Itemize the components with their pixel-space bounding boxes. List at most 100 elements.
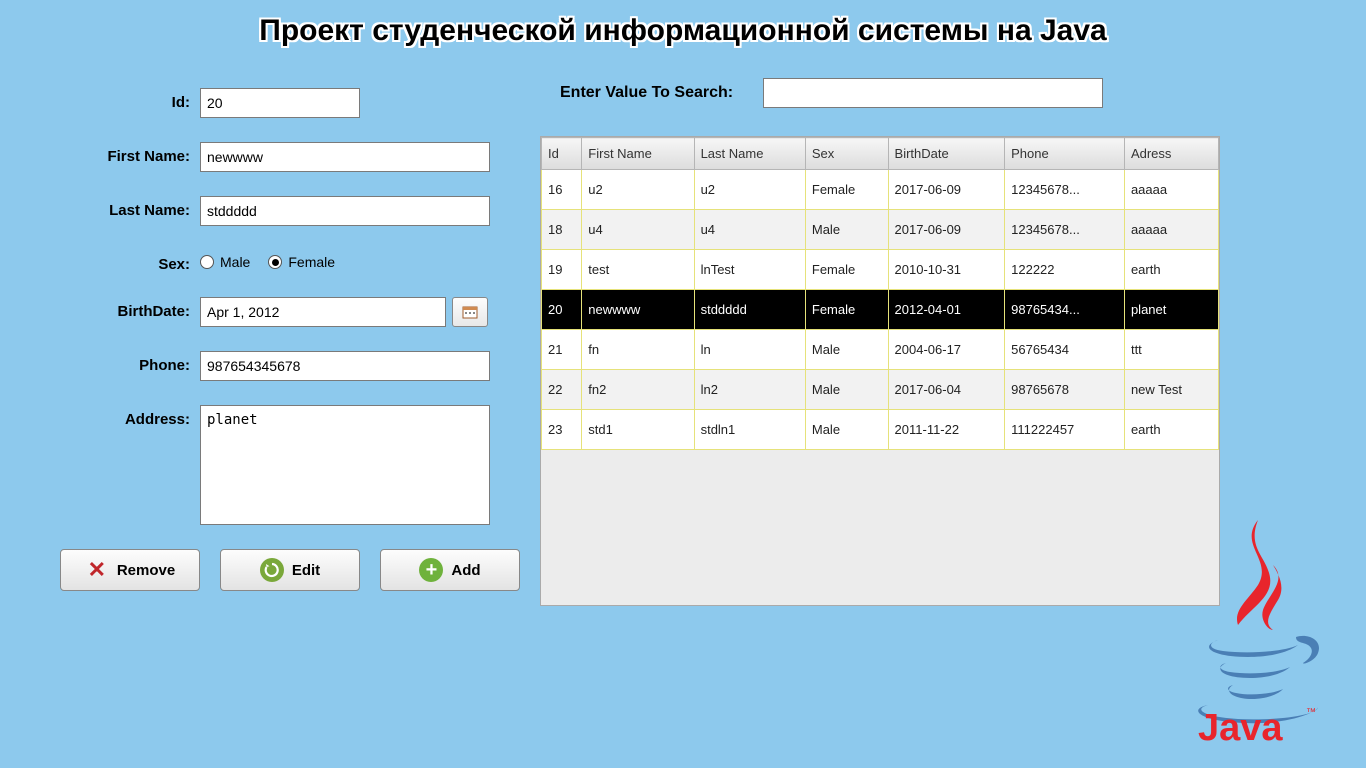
table-cell: planet bbox=[1124, 290, 1218, 330]
table-cell: earth bbox=[1124, 250, 1218, 290]
table-cell: Female bbox=[805, 170, 888, 210]
id-label: Id: bbox=[20, 88, 200, 111]
first-name-label: First Name: bbox=[20, 142, 200, 165]
table-cell: Male bbox=[805, 410, 888, 450]
table-header[interactable]: Sex bbox=[805, 138, 888, 170]
table-cell: 20 bbox=[542, 290, 582, 330]
remove-icon: ✕ bbox=[85, 558, 109, 582]
table-header[interactable]: Last Name bbox=[694, 138, 805, 170]
table-header[interactable]: Adress bbox=[1124, 138, 1218, 170]
id-input[interactable] bbox=[200, 88, 360, 118]
page-title: Проект студенческой информационной систе… bbox=[0, 0, 1366, 58]
search-input[interactable] bbox=[763, 78, 1103, 108]
table-row[interactable]: 22fn2ln2Male2017-06-0498765678new Test bbox=[542, 370, 1219, 410]
table-cell: new Test bbox=[1124, 370, 1218, 410]
table-cell: test bbox=[582, 250, 694, 290]
table-cell: 111222457 bbox=[1005, 410, 1125, 450]
sex-male-label: Male bbox=[220, 254, 250, 270]
table-cell: fn bbox=[582, 330, 694, 370]
svg-text:™: ™ bbox=[1306, 707, 1316, 718]
table-cell: lnTest bbox=[694, 250, 805, 290]
table-row[interactable]: 21fnlnMale2004-06-1756765434ttt bbox=[542, 330, 1219, 370]
radio-icon bbox=[200, 255, 214, 269]
table-cell: Female bbox=[805, 290, 888, 330]
remove-button-label: Remove bbox=[117, 562, 175, 579]
table-cell: 122222 bbox=[1005, 250, 1125, 290]
table-cell: u2 bbox=[694, 170, 805, 210]
plus-icon: + bbox=[419, 558, 443, 582]
table-cell: 12345678... bbox=[1005, 210, 1125, 250]
table-header[interactable]: Id bbox=[542, 138, 582, 170]
table-cell: 21 bbox=[542, 330, 582, 370]
form-panel: Id: First Name: Last Name: Sex: Male Fem… bbox=[20, 58, 540, 606]
table-cell: 2017-06-09 bbox=[888, 210, 1005, 250]
edit-button[interactable]: Edit bbox=[220, 549, 360, 591]
table-cell: 18 bbox=[542, 210, 582, 250]
table-cell: std1 bbox=[582, 410, 694, 450]
right-panel: Enter Value To Search: IdFirst NameLast … bbox=[540, 58, 1346, 606]
phone-input[interactable] bbox=[200, 351, 490, 381]
table-cell: u4 bbox=[694, 210, 805, 250]
sex-label: Sex: bbox=[20, 250, 200, 273]
table-cell: 2010-10-31 bbox=[888, 250, 1005, 290]
table-cell: fn2 bbox=[582, 370, 694, 410]
table-row[interactable]: 18u4u4Male2017-06-0912345678...aaaaa bbox=[542, 210, 1219, 250]
table-cell: stdln1 bbox=[694, 410, 805, 450]
table-cell: u2 bbox=[582, 170, 694, 210]
table-cell: ln bbox=[694, 330, 805, 370]
add-button-label: Add bbox=[451, 562, 480, 579]
svg-text:Java: Java bbox=[1198, 707, 1283, 745]
table-cell: 2012-04-01 bbox=[888, 290, 1005, 330]
table-cell: 2017-06-04 bbox=[888, 370, 1005, 410]
address-input[interactable] bbox=[200, 405, 490, 525]
students-table[interactable]: IdFirst NameLast NameSexBirthDatePhoneAd… bbox=[540, 136, 1220, 606]
table-cell: 12345678... bbox=[1005, 170, 1125, 210]
edit-button-label: Edit bbox=[292, 562, 320, 579]
table-cell: newwww bbox=[582, 290, 694, 330]
table-cell: 16 bbox=[542, 170, 582, 210]
table-header[interactable]: BirthDate bbox=[888, 138, 1005, 170]
table-cell: 2011-11-22 bbox=[888, 410, 1005, 450]
table-cell: Male bbox=[805, 370, 888, 410]
sex-radio-female[interactable]: Female bbox=[268, 254, 335, 270]
sex-radio-male[interactable]: Male bbox=[200, 254, 250, 270]
last-name-input[interactable] bbox=[200, 196, 490, 226]
radio-icon bbox=[268, 255, 282, 269]
address-label: Address: bbox=[20, 405, 200, 428]
table-cell: u4 bbox=[582, 210, 694, 250]
table-cell: earth bbox=[1124, 410, 1218, 450]
table-cell: 22 bbox=[542, 370, 582, 410]
table-cell: 98765678 bbox=[1005, 370, 1125, 410]
sex-female-label: Female bbox=[288, 254, 335, 270]
table-row[interactable]: 23std1stdln1Male2011-11-22111222457earth bbox=[542, 410, 1219, 450]
table-cell: aaaaa bbox=[1124, 170, 1218, 210]
phone-label: Phone: bbox=[20, 351, 200, 374]
table-cell: stddddd bbox=[694, 290, 805, 330]
table-header[interactable]: Phone bbox=[1005, 138, 1125, 170]
last-name-label: Last Name: bbox=[20, 196, 200, 219]
table-cell: 56765434 bbox=[1005, 330, 1125, 370]
birthdate-input[interactable] bbox=[200, 297, 446, 327]
table-cell: 23 bbox=[542, 410, 582, 450]
table-cell: 19 bbox=[542, 250, 582, 290]
table-cell: Female bbox=[805, 250, 888, 290]
table-cell: 2004-06-17 bbox=[888, 330, 1005, 370]
table-cell: aaaaa bbox=[1124, 210, 1218, 250]
search-label: Enter Value To Search: bbox=[560, 84, 733, 102]
table-cell: Male bbox=[805, 330, 888, 370]
table-cell: ln2 bbox=[694, 370, 805, 410]
table-cell: ttt bbox=[1124, 330, 1218, 370]
table-cell: Male bbox=[805, 210, 888, 250]
table-row[interactable]: 19testlnTestFemale2010-10-31122222earth bbox=[542, 250, 1219, 290]
table-header[interactable]: First Name bbox=[582, 138, 694, 170]
first-name-input[interactable] bbox=[200, 142, 490, 172]
refresh-icon bbox=[260, 558, 284, 582]
table-row[interactable]: 16u2u2Female2017-06-0912345678...aaaaa bbox=[542, 170, 1219, 210]
birthdate-label: BirthDate: bbox=[20, 297, 200, 320]
table-cell: 2017-06-09 bbox=[888, 170, 1005, 210]
calendar-icon bbox=[462, 305, 478, 319]
date-picker-button[interactable] bbox=[452, 297, 488, 327]
add-button[interactable]: + Add bbox=[380, 549, 520, 591]
remove-button[interactable]: ✕ Remove bbox=[60, 549, 200, 591]
table-row[interactable]: 20newwwwstdddddFemale2012-04-0198765434.… bbox=[542, 290, 1219, 330]
